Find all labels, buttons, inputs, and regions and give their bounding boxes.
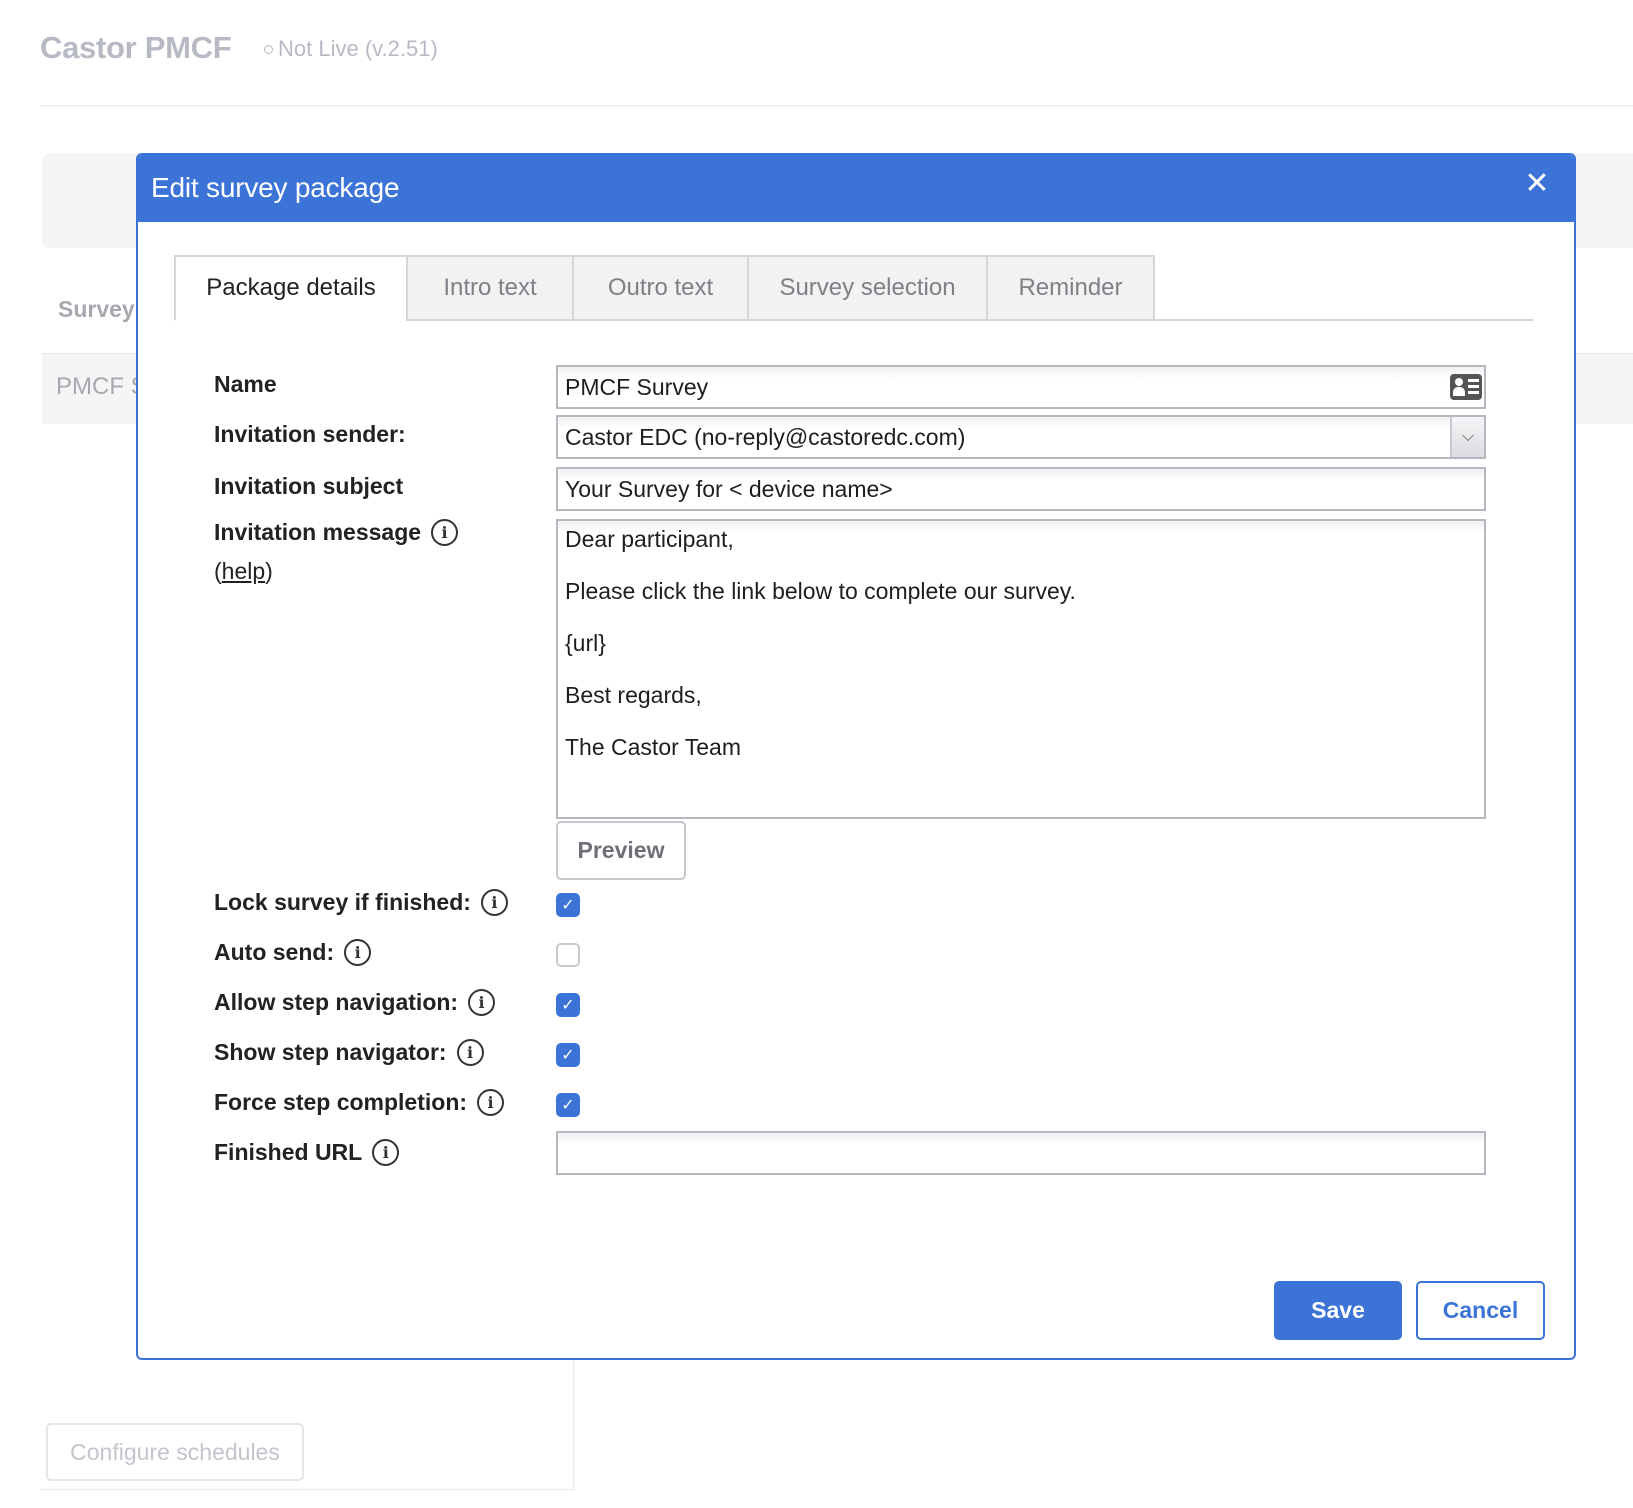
show-step-navigator-label-text: Show step navigator: (214, 1039, 447, 1065)
checkmark-icon: ✓ (561, 1097, 575, 1114)
lock-survey-label: Lock survey if finished: i (214, 889, 508, 916)
tab-survey-selection[interactable]: Survey selection (747, 255, 988, 321)
info-icon[interactable]: i (468, 989, 496, 1016)
app-status: Not Live (v.2.51) (264, 36, 438, 62)
chevron-down-icon[interactable]: ⌵ (1450, 417, 1484, 457)
auto-send-label-text: Auto send: (214, 939, 335, 965)
cancel-button[interactable]: Cancel (1416, 1281, 1545, 1340)
invitation-sender-value: Castor EDC (no-reply@castoredc.com) (565, 424, 966, 450)
vcard-icon[interactable] (1450, 374, 1482, 400)
name-input-value: PMCF Survey (565, 374, 709, 400)
invitation-sender-label: Invitation sender: (214, 421, 406, 448)
help-link[interactable]: help (222, 558, 265, 584)
info-icon[interactable]: i (372, 1139, 400, 1166)
finished-url-label: Finished URL i (214, 1139, 400, 1166)
invitation-subject-label: Invitation subject (214, 473, 403, 500)
help-suffix: ) (265, 558, 273, 584)
help-prefix: ( (214, 558, 222, 584)
background-column-header: Survey (58, 296, 135, 322)
finished-url-input[interactable] (556, 1131, 1486, 1175)
allow-step-navigation-checkbox[interactable]: ✓ (556, 993, 580, 1017)
message-line: Best regards, (565, 682, 702, 708)
lock-survey-label-text: Lock survey if finished: (214, 889, 471, 915)
tab-intro-text[interactable]: Intro text (406, 255, 574, 321)
force-step-completion-label-text: Force step completion: (214, 1089, 468, 1115)
force-step-completion-label: Force step completion: i (214, 1089, 505, 1116)
background-row-text: PMCF S (56, 373, 147, 400)
invitation-subject-input[interactable]: Your Survey for < device name> (556, 467, 1486, 511)
invitation-subject-label-text: Invitation subject (214, 473, 404, 499)
background-divider (1575, 353, 1633, 354)
info-icon[interactable]: i (431, 519, 459, 546)
auto-send-checkbox[interactable] (556, 943, 580, 967)
message-line: Dear participant, (565, 526, 734, 552)
status-dot-icon (264, 44, 273, 54)
info-icon[interactable]: i (477, 1089, 505, 1116)
close-icon[interactable]: ✕ (1522, 169, 1552, 199)
show-step-navigator-label: Show step navigator: i (214, 1039, 484, 1066)
message-line: {url} (565, 630, 606, 656)
name-label-text: Name (214, 371, 277, 397)
header-divider (40, 105, 1633, 107)
name-label: Name (214, 371, 277, 398)
auto-send-label: Auto send: i (214, 939, 372, 966)
dialog-header: Edit survey package ✕ (138, 155, 1574, 222)
lock-survey-checkbox[interactable]: ✓ (556, 893, 580, 917)
checkmark-icon: ✓ (561, 1047, 575, 1064)
tab-package-details[interactable]: Package details (174, 255, 408, 321)
checkmark-icon: ✓ (561, 997, 575, 1014)
force-step-completion-checkbox[interactable]: ✓ (556, 1093, 580, 1117)
configure-schedules-button[interactable]: Configure schedules (46, 1423, 304, 1481)
info-icon[interactable]: i (456, 1039, 484, 1066)
tab-outro-text[interactable]: Outro text (572, 255, 749, 321)
preview-button[interactable]: Preview (556, 821, 686, 880)
tab-reminder[interactable]: Reminder (986, 255, 1155, 321)
invitation-message-label-text: Invitation message (214, 519, 422, 545)
save-button[interactable]: Save (1274, 1281, 1402, 1340)
invitation-message-label: Invitation message i (214, 519, 459, 546)
checkmark-icon: ✓ (561, 897, 575, 914)
invitation-sender-label-text: Invitation sender: (214, 421, 406, 447)
status-text: Not Live (v.2.51) (278, 36, 438, 61)
message-line: The Castor Team (565, 734, 741, 760)
app-title: Castor PMCF (40, 30, 232, 65)
name-input[interactable]: PMCF Survey (556, 365, 1486, 409)
finished-url-label-text: Finished URL (214, 1139, 363, 1165)
invitation-sender-select[interactable]: Castor EDC (no-reply@castoredc.com) ⌵ (556, 415, 1486, 459)
invitation-subject-value: Your Survey for < device name> (565, 476, 893, 502)
show-step-navigator-checkbox[interactable]: ✓ (556, 1043, 580, 1067)
dialog-title: Edit survey package (151, 172, 400, 203)
tab-bar: Package details Intro text Outro text Su… (174, 255, 1533, 321)
help-line: (help) (214, 558, 273, 585)
edit-survey-package-dialog: Edit survey package ✕ Package details In… (136, 153, 1576, 1360)
info-icon[interactable]: i (344, 939, 372, 966)
allow-step-navigation-label: Allow step navigation: i (214, 989, 496, 1016)
info-icon[interactable]: i (480, 889, 508, 916)
message-line: Please click the link below to complete … (565, 578, 1076, 604)
allow-step-navigation-label-text: Allow step navigation: (214, 989, 459, 1015)
invitation-message-textarea[interactable]: Dear participant, Please click the link … (556, 519, 1486, 819)
